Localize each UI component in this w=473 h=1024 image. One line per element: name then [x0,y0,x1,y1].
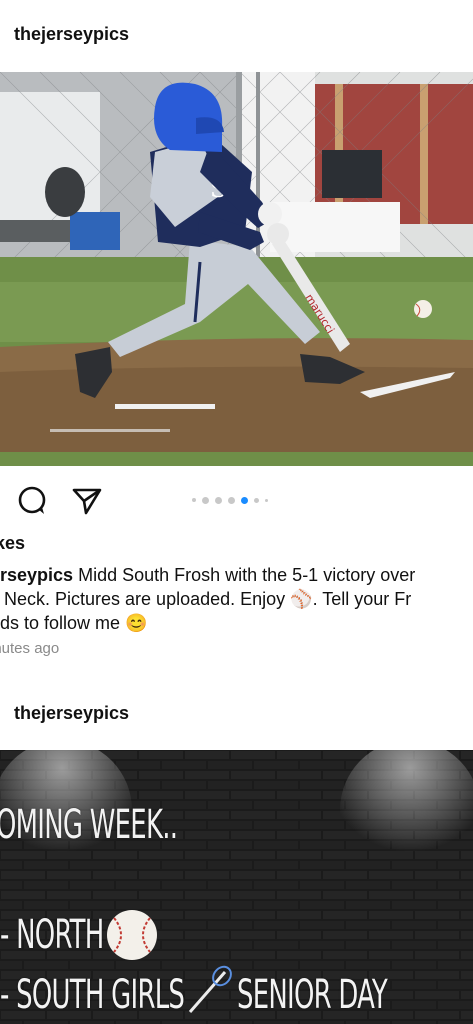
send-icon [72,488,102,515]
post-header: thejerseypics [0,683,473,743]
carousel-dot [202,496,209,504]
caption-text: s Neck. Pictures are uploaded. Enjoy ⚾. … [0,589,412,609]
post-username[interactable]: thejerseypics [14,703,129,724]
promo-line: - NORTH [0,912,104,958]
carousel-dot [265,498,268,502]
caption-username[interactable]: erseypics [0,565,73,585]
comment-icon [18,486,46,514]
caption-text: nds to follow me 😊 [0,613,148,633]
caption-line: s Neck. Pictures are uploaded. Enjoy ⚾. … [0,587,473,611]
carousel-indicator [192,496,268,504]
caption-line: nds to follow me 😊 [0,611,473,635]
carousel-dot [228,496,235,504]
carousel-dot [192,498,196,502]
post-photo[interactable]: OMING WEEK.. - NORTH - SOUTH GIRLS SENIO… [0,750,473,1024]
baseball-photo: S marucci [0,72,473,466]
post-username[interactable]: thejerseypics [14,24,129,45]
post-photo[interactable]: S marucci [0,72,473,466]
carousel-dot-active [241,496,248,504]
likes-count[interactable]: ikes [0,533,25,554]
promo-line: SENIOR DAY [237,972,388,1018]
post-timestamp: inutes ago [0,640,60,657]
carousel-dot [254,497,259,503]
caption-text: Midd South Frosh with the 5-1 victory ov… [73,565,416,585]
share-button[interactable] [70,484,104,518]
post-header: thejerseypics [0,4,473,64]
promo-heading: OMING WEEK.. [0,802,178,848]
post-actions-bar [0,478,473,522]
carousel-dot [215,496,222,504]
post-caption: erseypics Midd South Frosh with the 5-1 … [0,563,473,635]
caption-line: erseypics Midd South Frosh with the 5-1 … [0,563,473,587]
comment-button[interactable] [15,484,49,518]
promo-line: - SOUTH GIRLS [0,972,185,1018]
